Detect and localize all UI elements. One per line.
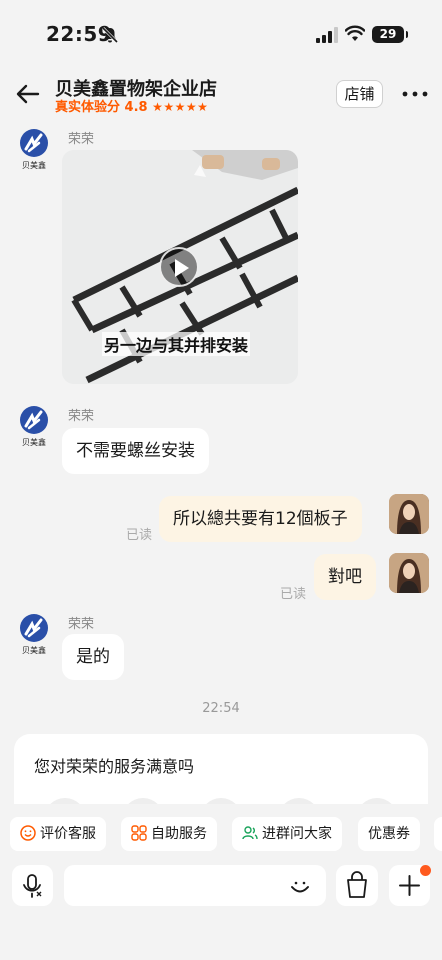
rating-line: 真实体验分 4.8 ★★★★★ <box>55 96 208 115</box>
rating-stars-icon: ★★★★★ <box>152 100 209 114</box>
user-photo <box>389 494 429 534</box>
survey-title: 您对荣荣的服务满意吗 <box>34 757 195 776</box>
signal-icon <box>316 27 338 43</box>
user-avatar[interactable] <box>389 494 429 534</box>
user-photo <box>389 553 429 593</box>
rate-service-button[interactable]: 评价客服 <box>10 817 106 851</box>
back-arrow-icon[interactable] <box>14 80 42 108</box>
battery-indicator: 29 <box>372 26 408 43</box>
self-service-label: 自助服务 <box>151 826 207 842</box>
sender-name: 荣荣 <box>68 132 95 147</box>
coupon-button[interactable]: 优惠券 <box>358 817 420 851</box>
more-options-icon[interactable] <box>401 86 429 102</box>
agent-avatar[interactable]: 贝美鑫 <box>17 128 51 170</box>
message-input[interactable] <box>64 865 326 906</box>
rating-label: 真实体验分 4.8 <box>55 100 148 115</box>
shopping-bag-icon <box>347 871 367 898</box>
quick-actions-bar: 评价客服 自助服务 进群问大家 优惠券 <box>0 804 442 860</box>
avatar-brand-text: 贝美鑫 <box>22 438 46 447</box>
self-service-button[interactable]: 自助服务 <box>121 817 217 851</box>
user-avatar[interactable] <box>389 553 429 593</box>
avatar-brand-text: 贝美鑫 <box>22 646 46 655</box>
status-bar: 22:59 29 <box>0 0 442 66</box>
chat-header: 贝美鑫置物架企业店 真实体验分 4.8 ★★★★★ 店铺 <box>0 66 442 126</box>
join-group-label: 进群问大家 <box>262 826 332 842</box>
play-button-icon[interactable] <box>159 247 199 287</box>
read-status: 已读 <box>126 528 153 543</box>
rate-service-label: 评价客服 <box>40 826 96 842</box>
video-message[interactable]: 另一边与其并排安装 <box>62 150 298 384</box>
wifi-icon <box>345 25 365 41</box>
microphone-icon <box>23 874 42 898</box>
emoji-icon[interactable] <box>288 874 312 898</box>
voice-input-button[interactable] <box>12 865 53 906</box>
more-quick-action-button[interactable] <box>434 817 442 851</box>
read-status: 已读 <box>280 587 307 602</box>
chat-timestamp: 22:54 <box>202 701 240 716</box>
video-caption: 另一边与其并排安装 <box>102 332 251 356</box>
agent-avatar[interactable]: 贝美鑫 <box>17 405 51 447</box>
my-message-bubble[interactable]: 對吧 <box>314 554 376 600</box>
notification-dot <box>420 865 431 876</box>
shopping-bag-button[interactable] <box>336 865 378 906</box>
brand-logo-icon <box>20 129 48 157</box>
my-message-bubble[interactable]: 所以總共要有12個板子 <box>159 496 362 542</box>
sender-name: 荣荣 <box>68 617 95 632</box>
grid-icon <box>131 825 147 841</box>
agent-avatar[interactable]: 贝美鑫 <box>17 613 51 655</box>
sender-name: 荣荣 <box>68 409 95 424</box>
input-bar <box>0 860 442 960</box>
brand-logo-icon <box>20 406 48 434</box>
coupon-label: 优惠券 <box>368 826 410 842</box>
bell-off-icon <box>101 26 119 44</box>
avatar-brand-text: 贝美鑫 <box>22 161 46 170</box>
brand-logo-icon <box>20 614 48 642</box>
agent-message-bubble[interactable]: 不需要螺丝安装 <box>62 428 209 474</box>
store-button[interactable]: 店铺 <box>336 80 383 108</box>
join-group-button[interactable]: 进群问大家 <box>232 817 342 851</box>
group-icon <box>242 826 258 840</box>
smile-icon <box>20 825 36 841</box>
satisfaction-survey-card: 您对荣荣的服务满意吗 <box>14 734 428 804</box>
agent-message-bubble[interactable]: 是的 <box>62 634 124 680</box>
